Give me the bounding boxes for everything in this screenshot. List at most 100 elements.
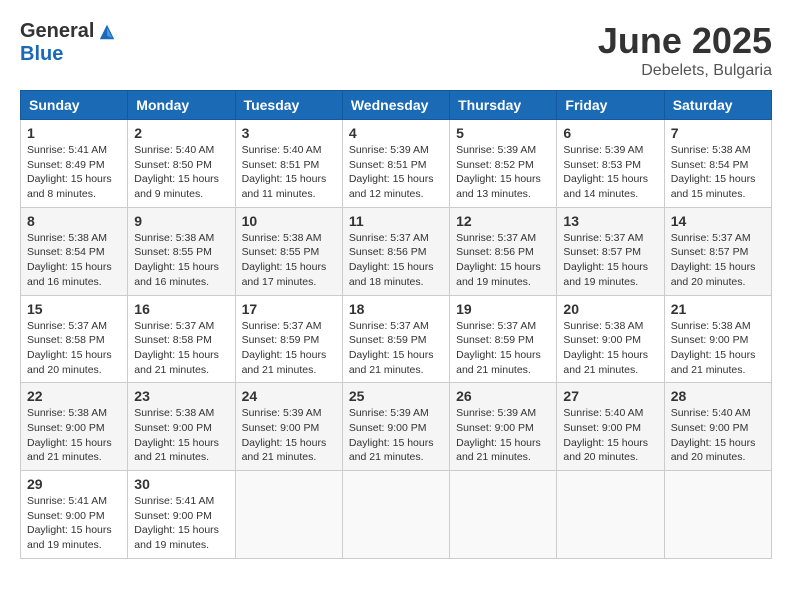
day-number: 16 — [134, 301, 228, 317]
day-number: 13 — [563, 213, 657, 229]
day-number: 17 — [242, 301, 336, 317]
day-number: 25 — [349, 388, 443, 404]
table-row: 15 Sunrise: 5:37 AMSunset: 8:58 PMDaylig… — [21, 295, 772, 383]
day-info: Sunrise: 5:38 AMSunset: 9:00 PMDaylight:… — [134, 406, 228, 465]
list-item: 3 Sunrise: 5:40 AMSunset: 8:51 PMDayligh… — [235, 120, 342, 208]
list-item: 16 Sunrise: 5:37 AMSunset: 8:58 PMDaylig… — [128, 295, 235, 383]
day-number: 6 — [563, 125, 657, 141]
day-number: 28 — [671, 388, 765, 404]
day-info: Sunrise: 5:38 AMSunset: 8:55 PMDaylight:… — [134, 231, 228, 290]
list-item: 30 Sunrise: 5:41 AMSunset: 9:00 PMDaylig… — [128, 471, 235, 559]
day-info: Sunrise: 5:39 AMSunset: 9:00 PMDaylight:… — [242, 406, 336, 465]
list-item: 28 Sunrise: 5:40 AMSunset: 9:00 PMDaylig… — [664, 383, 771, 471]
day-info: Sunrise: 5:37 AMSunset: 8:57 PMDaylight:… — [563, 231, 657, 290]
logo-general-text: General — [20, 20, 94, 43]
day-number: 12 — [456, 213, 550, 229]
day-number: 9 — [134, 213, 228, 229]
list-item: 24 Sunrise: 5:39 AMSunset: 9:00 PMDaylig… — [235, 383, 342, 471]
month-title: June 2025 — [598, 20, 772, 62]
day-number: 26 — [456, 388, 550, 404]
day-info: Sunrise: 5:40 AMSunset: 8:51 PMDaylight:… — [242, 143, 336, 202]
day-info: Sunrise: 5:39 AMSunset: 9:00 PMDaylight:… — [456, 406, 550, 465]
day-number: 20 — [563, 301, 657, 317]
day-info: Sunrise: 5:37 AMSunset: 8:58 PMDaylight:… — [27, 319, 121, 378]
header-saturday: Saturday — [664, 91, 771, 120]
empty-cell — [450, 471, 557, 559]
day-info: Sunrise: 5:41 AMSunset: 9:00 PMDaylight:… — [27, 494, 121, 553]
list-item: 20 Sunrise: 5:38 AMSunset: 9:00 PMDaylig… — [557, 295, 664, 383]
day-number: 10 — [242, 213, 336, 229]
logo-icon — [98, 23, 116, 41]
day-info: Sunrise: 5:39 AMSunset: 8:51 PMDaylight:… — [349, 143, 443, 202]
day-number: 2 — [134, 125, 228, 141]
list-item: 11 Sunrise: 5:37 AMSunset: 8:56 PMDaylig… — [342, 207, 449, 295]
day-number: 29 — [27, 476, 121, 492]
day-info: Sunrise: 5:37 AMSunset: 8:59 PMDaylight:… — [242, 319, 336, 378]
list-item: 4 Sunrise: 5:39 AMSunset: 8:51 PMDayligh… — [342, 120, 449, 208]
day-number: 11 — [349, 213, 443, 229]
list-item: 5 Sunrise: 5:39 AMSunset: 8:52 PMDayligh… — [450, 120, 557, 208]
page-header: General Blue June 2025 Debelets, Bulgari… — [20, 20, 772, 80]
day-info: Sunrise: 5:37 AMSunset: 8:56 PMDaylight:… — [349, 231, 443, 290]
day-info: Sunrise: 5:38 AMSunset: 9:00 PMDaylight:… — [563, 319, 657, 378]
day-info: Sunrise: 5:40 AMSunset: 9:00 PMDaylight:… — [563, 406, 657, 465]
table-row: 1 Sunrise: 5:41 AMSunset: 8:49 PMDayligh… — [21, 120, 772, 208]
location-title: Debelets, Bulgaria — [598, 62, 772, 80]
day-number: 24 — [242, 388, 336, 404]
day-number: 18 — [349, 301, 443, 317]
title-area: June 2025 Debelets, Bulgaria — [598, 20, 772, 80]
day-number: 5 — [456, 125, 550, 141]
header-thursday: Thursday — [450, 91, 557, 120]
day-info: Sunrise: 5:38 AMSunset: 8:54 PMDaylight:… — [671, 143, 765, 202]
table-row: 8 Sunrise: 5:38 AMSunset: 8:54 PMDayligh… — [21, 207, 772, 295]
day-number: 8 — [27, 213, 121, 229]
day-number: 3 — [242, 125, 336, 141]
day-info: Sunrise: 5:40 AMSunset: 8:50 PMDaylight:… — [134, 143, 228, 202]
list-item: 12 Sunrise: 5:37 AMSunset: 8:56 PMDaylig… — [450, 207, 557, 295]
calendar-table: Sunday Monday Tuesday Wednesday Thursday… — [20, 90, 772, 559]
day-info: Sunrise: 5:38 AMSunset: 8:55 PMDaylight:… — [242, 231, 336, 290]
day-info: Sunrise: 5:39 AMSunset: 8:53 PMDaylight:… — [563, 143, 657, 202]
day-number: 15 — [27, 301, 121, 317]
list-item: 19 Sunrise: 5:37 AMSunset: 8:59 PMDaylig… — [450, 295, 557, 383]
day-info: Sunrise: 5:37 AMSunset: 8:59 PMDaylight:… — [349, 319, 443, 378]
day-info: Sunrise: 5:37 AMSunset: 8:59 PMDaylight:… — [456, 319, 550, 378]
day-number: 21 — [671, 301, 765, 317]
list-item: 26 Sunrise: 5:39 AMSunset: 9:00 PMDaylig… — [450, 383, 557, 471]
logo-blue-text: Blue — [20, 43, 63, 66]
day-info: Sunrise: 5:38 AMSunset: 8:54 PMDaylight:… — [27, 231, 121, 290]
header-monday: Monday — [128, 91, 235, 120]
list-item: 23 Sunrise: 5:38 AMSunset: 9:00 PMDaylig… — [128, 383, 235, 471]
logo: General Blue — [20, 20, 116, 66]
day-info: Sunrise: 5:39 AMSunset: 8:52 PMDaylight:… — [456, 143, 550, 202]
day-number: 27 — [563, 388, 657, 404]
header-wednesday: Wednesday — [342, 91, 449, 120]
day-number: 22 — [27, 388, 121, 404]
list-item: 2 Sunrise: 5:40 AMSunset: 8:50 PMDayligh… — [128, 120, 235, 208]
header-sunday: Sunday — [21, 91, 128, 120]
day-info: Sunrise: 5:38 AMSunset: 9:00 PMDaylight:… — [27, 406, 121, 465]
list-item: 25 Sunrise: 5:39 AMSunset: 9:00 PMDaylig… — [342, 383, 449, 471]
header-tuesday: Tuesday — [235, 91, 342, 120]
day-number: 30 — [134, 476, 228, 492]
list-item: 27 Sunrise: 5:40 AMSunset: 9:00 PMDaylig… — [557, 383, 664, 471]
list-item: 9 Sunrise: 5:38 AMSunset: 8:55 PMDayligh… — [128, 207, 235, 295]
day-number: 14 — [671, 213, 765, 229]
list-item: 10 Sunrise: 5:38 AMSunset: 8:55 PMDaylig… — [235, 207, 342, 295]
list-item: 8 Sunrise: 5:38 AMSunset: 8:54 PMDayligh… — [21, 207, 128, 295]
day-info: Sunrise: 5:40 AMSunset: 9:00 PMDaylight:… — [671, 406, 765, 465]
list-item: 7 Sunrise: 5:38 AMSunset: 8:54 PMDayligh… — [664, 120, 771, 208]
list-item: 15 Sunrise: 5:37 AMSunset: 8:58 PMDaylig… — [21, 295, 128, 383]
table-row: 29 Sunrise: 5:41 AMSunset: 9:00 PMDaylig… — [21, 471, 772, 559]
day-info: Sunrise: 5:41 AMSunset: 8:49 PMDaylight:… — [27, 143, 121, 202]
header-row: Sunday Monday Tuesday Wednesday Thursday… — [21, 91, 772, 120]
table-row: 22 Sunrise: 5:38 AMSunset: 9:00 PMDaylig… — [21, 383, 772, 471]
list-item: 22 Sunrise: 5:38 AMSunset: 9:00 PMDaylig… — [21, 383, 128, 471]
day-info: Sunrise: 5:37 AMSunset: 8:56 PMDaylight:… — [456, 231, 550, 290]
day-number: 7 — [671, 125, 765, 141]
day-number: 19 — [456, 301, 550, 317]
day-info: Sunrise: 5:39 AMSunset: 9:00 PMDaylight:… — [349, 406, 443, 465]
day-info: Sunrise: 5:41 AMSunset: 9:00 PMDaylight:… — [134, 494, 228, 553]
empty-cell — [664, 471, 771, 559]
list-item: 18 Sunrise: 5:37 AMSunset: 8:59 PMDaylig… — [342, 295, 449, 383]
